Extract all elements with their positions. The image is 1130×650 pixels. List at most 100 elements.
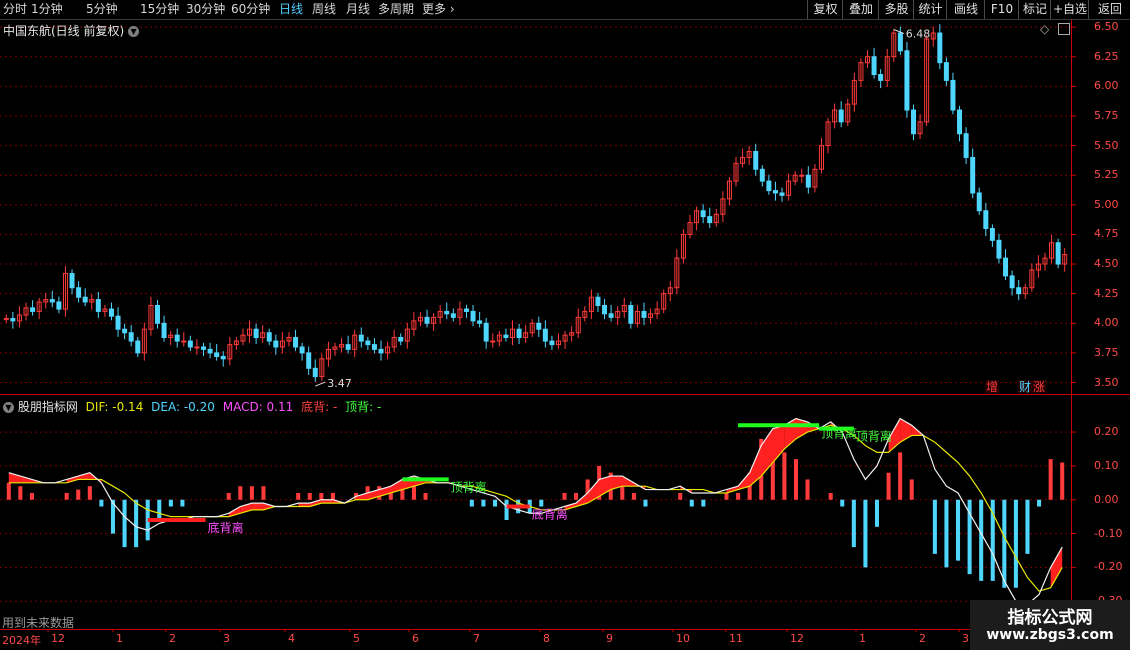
- price-tick-label: 6.50: [1094, 20, 1119, 34]
- price-tick-label: 4.75: [1094, 227, 1119, 241]
- candle-body: [174, 334, 180, 342]
- candle-body: [911, 109, 917, 135]
- indicator-tick-label: -0.10: [1094, 526, 1123, 540]
- period-tab-9[interactable]: 多周期: [378, 1, 414, 18]
- main-panel-title: 中国东航(日线 前复权) ▼: [3, 22, 140, 39]
- candle-body: [477, 320, 483, 324]
- period-tab-6[interactable]: 日线: [279, 1, 303, 18]
- price-tick-label: 5.00: [1094, 197, 1119, 211]
- candle-body: [371, 344, 377, 350]
- chart-area[interactable]: 6.483.47 增财涨底背离顶背离底背离顶背离顶背离: [0, 20, 1130, 632]
- diamond-icon[interactable]: ◇: [1040, 22, 1049, 36]
- candle-body: [220, 355, 226, 360]
- toolbar-button-5[interactable]: F10: [984, 0, 1019, 19]
- toolbar-button-4[interactable]: 画线: [946, 0, 985, 19]
- divergence-label: 顶背离: [451, 479, 487, 494]
- candle-body: [253, 328, 259, 339]
- candle-body: [266, 332, 272, 342]
- future-data-note: 用到未来数据: [2, 616, 75, 630]
- toolbar-button-1[interactable]: 叠加: [842, 0, 879, 19]
- indicator-tick-label: 0.10: [1094, 458, 1119, 472]
- candle-body: [542, 328, 548, 342]
- more-periods-button[interactable]: 更多 ›: [422, 1, 455, 18]
- candle-body: [779, 192, 785, 196]
- divergence-label: 顶背离: [856, 429, 892, 444]
- candle-body: [957, 109, 963, 135]
- x-month-label: 9: [606, 632, 613, 645]
- candle-body: [595, 296, 601, 307]
- indicator-legend: ▼ 股朋指标网 DIF: -0.14 DEA: -0.20 MACD: 0.11…: [3, 398, 381, 415]
- candle-body: [214, 352, 220, 357]
- toolbar-button-0[interactable]: 复权: [807, 0, 843, 19]
- x-month-label: 2: [919, 632, 926, 645]
- watermark-url: www.zbgs3.com: [986, 627, 1114, 643]
- max-price-label: 6.48: [906, 27, 931, 40]
- candle-body: [273, 340, 279, 348]
- candle-body: [56, 301, 62, 310]
- dropdown-icon[interactable]: ▼: [128, 26, 140, 37]
- candle-body: [799, 174, 805, 177]
- period-tab-2[interactable]: 5分钟: [86, 1, 118, 18]
- candle-body: [122, 328, 128, 334]
- period-tab-3[interactable]: 15分钟: [140, 1, 179, 18]
- candle-body: [1009, 275, 1015, 289]
- period-tab-8[interactable]: 月线: [346, 1, 370, 18]
- indicator-name: 股朋指标网: [17, 400, 78, 414]
- candle-body: [378, 348, 384, 354]
- candle-body: [766, 180, 772, 192]
- settings-icon[interactable]: ▼: [3, 402, 14, 413]
- indicator-tick-label: -0.20: [1094, 560, 1123, 574]
- candle-body: [358, 334, 364, 342]
- candle-body: [161, 322, 167, 339]
- candle-body: [950, 79, 956, 111]
- x-month-label: 6: [412, 632, 419, 645]
- period-tab-1[interactable]: 1分钟: [31, 1, 63, 18]
- candle-body: [299, 346, 305, 354]
- candle-body: [1016, 287, 1022, 295]
- period-tab-0[interactable]: 分时: [3, 1, 27, 18]
- dif-above-fill: [1050, 547, 1063, 588]
- toolbar-button-7[interactable]: +自选: [1050, 0, 1089, 19]
- x-month-label: 2: [169, 632, 176, 645]
- candle-body: [983, 210, 989, 230]
- candle-body: [194, 346, 200, 349]
- panel-toggle-icon[interactable]: [1058, 23, 1070, 35]
- x-month-label: 3: [223, 632, 230, 645]
- price-tick-label: 6.00: [1094, 79, 1119, 93]
- period-tab-5[interactable]: 60分钟: [231, 1, 270, 18]
- price-tick-label: 3.75: [1094, 345, 1119, 359]
- candle-body: [10, 318, 16, 322]
- candle-body: [128, 332, 134, 342]
- x-year-label: 2024年: [2, 634, 41, 647]
- toolbar-button-6[interactable]: 标记: [1018, 0, 1051, 19]
- price-tick-label: 4.25: [1094, 286, 1119, 300]
- candle-body: [516, 328, 522, 339]
- candle-body: [470, 310, 476, 322]
- toolbar-button-8[interactable]: 返回: [1088, 0, 1130, 19]
- candle-body: [970, 156, 976, 194]
- bottom-divergence-value: 底背: -: [301, 400, 338, 414]
- top-divergence-value: 顶背: -: [345, 400, 382, 414]
- period-tab-7[interactable]: 周线: [312, 1, 336, 18]
- candle-body: [608, 313, 614, 318]
- candle-body: [398, 337, 404, 342]
- macd-value: MACD: 0.11: [222, 400, 294, 414]
- candle-body: [201, 346, 207, 350]
- period-tab-4[interactable]: 30分钟: [186, 1, 225, 18]
- candle-body: [483, 322, 489, 342]
- price-tick-label: 5.75: [1094, 108, 1119, 122]
- dea-value: DEA: -0.20: [151, 400, 215, 414]
- x-month-label: 5: [353, 632, 360, 645]
- x-month-label: 7: [473, 632, 480, 645]
- tag-label: 财: [1019, 380, 1031, 394]
- price-tick-label: 6.25: [1094, 49, 1119, 63]
- x-month-label: 11: [729, 632, 743, 645]
- candle-body: [365, 340, 371, 346]
- x-month-label: 1: [859, 632, 866, 645]
- candle-body: [207, 348, 213, 354]
- candle-body: [549, 340, 555, 346]
- toolbar-button-3[interactable]: 统计: [913, 0, 947, 19]
- candle-body: [490, 340, 496, 343]
- toolbar: 分时 1分钟 5分钟 15分钟 30分钟 60分钟 日线 周线 月线 多周期 更多 › 复权 叠加 多股统…: [0, 0, 1130, 20]
- toolbar-button-2[interactable]: 多股: [878, 0, 914, 19]
